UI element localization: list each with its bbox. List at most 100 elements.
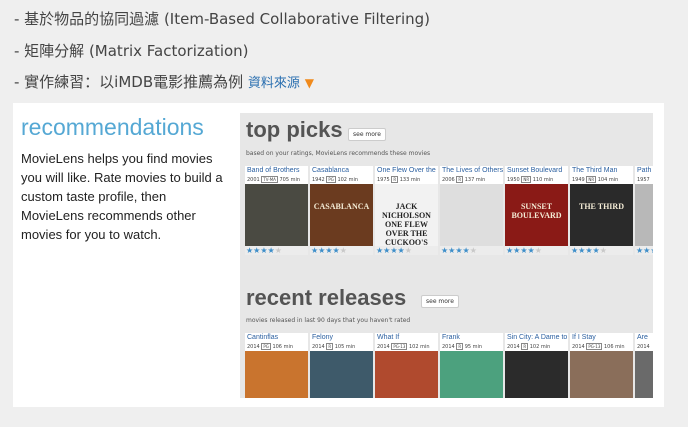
top-picks-see-more-button[interactable]: see more — [348, 128, 386, 141]
movie-meta: 1957 — [635, 176, 653, 184]
movie-poster[interactable] — [310, 351, 373, 398]
movie-title-link[interactable]: Are — [635, 333, 653, 343]
movie-year: 2014 — [507, 344, 520, 350]
movie-card[interactable]: One Flew Over the Cuckoo's Nest1975 R 13… — [375, 166, 438, 255]
star-icon[interactable]: ★ — [600, 246, 607, 255]
star-icon[interactable]: ★ — [376, 246, 383, 255]
star-icon[interactable]: ★ — [643, 246, 650, 255]
movie-meta: 2014 R 95 min — [440, 343, 503, 351]
movie-card[interactable]: If I Stay 2014 PG-13 106 min — [570, 333, 633, 398]
orange-down-triangle-icon[interactable]: ▼ — [305, 76, 314, 90]
movie-rating-badge: R — [326, 343, 334, 350]
movie-title-link[interactable]: What If — [375, 333, 438, 343]
data-source-link[interactable]: 資料來源 — [248, 76, 300, 91]
movie-poster[interactable] — [245, 184, 308, 246]
movie-poster[interactable]: JACK NICHOLSON ONE FLEW OVER THE CUCKOO'… — [375, 184, 438, 246]
star-icon[interactable]: ★ — [253, 246, 260, 255]
movie-title-link[interactable]: Path — [635, 166, 653, 176]
star-icon[interactable]: ★ — [398, 246, 405, 255]
movie-poster[interactable] — [635, 184, 653, 246]
movie-card[interactable]: Are 2014 — [635, 333, 653, 398]
star-icon[interactable]: ★ — [268, 246, 275, 255]
star-icon[interactable]: ★ — [448, 246, 455, 255]
movie-meta: 2001 TV-MA 705 min — [245, 176, 308, 184]
star-icon[interactable]: ★ — [246, 246, 253, 255]
movie-poster[interactable]: SUNSET BOULEVARD — [505, 184, 568, 246]
star-icon[interactable]: ★ — [528, 246, 535, 255]
movie-title-link[interactable]: Sunset Boulevard — [505, 166, 568, 176]
movie-poster[interactable] — [375, 351, 438, 398]
star-icon[interactable]: ★ — [325, 246, 332, 255]
movie-card[interactable]: Cantinflas 2014 PG 106 min — [245, 333, 308, 398]
star-icon[interactable]: ★ — [455, 246, 462, 255]
star-rating[interactable]: ★★★★★ — [440, 246, 503, 255]
movie-title-link[interactable]: Felony — [310, 333, 373, 343]
movie-poster[interactable] — [570, 351, 633, 398]
star-icon[interactable]: ★ — [520, 246, 527, 255]
movie-rating-badge: TV-MA — [261, 176, 278, 183]
movie-card[interactable]: Path1957★★★★★ — [635, 166, 653, 255]
movie-rating-badge: PG — [326, 176, 336, 183]
star-icon[interactable]: ★ — [390, 246, 397, 255]
star-icon[interactable]: ★ — [318, 246, 325, 255]
star-rating[interactable]: ★★★★★ — [505, 246, 568, 255]
star-rating[interactable]: ★★★★★ — [245, 246, 308, 255]
movie-card[interactable]: The Third Man 1949 NR 104 min THE THIRD ★ ★ ★… — [570, 166, 633, 255]
movie-title-link[interactable]: Sin City: A Dame to Kill For — [505, 333, 568, 343]
movie-title-link[interactable]: Cantinflas — [245, 333, 308, 343]
movie-meta: 2014 PG-13 102 min — [375, 343, 438, 351]
movie-runtime: 110 min — [532, 177, 554, 183]
star-rating[interactable]: ★★★★★ — [570, 246, 633, 255]
movie-poster[interactable] — [440, 351, 503, 398]
movie-title-link[interactable]: One Flew Over the Cuckoo's Nest — [375, 166, 438, 176]
star-icon[interactable]: ★ — [578, 246, 585, 255]
star-icon[interactable]: ★ — [383, 246, 390, 255]
star-icon[interactable]: ★ — [340, 246, 347, 255]
movie-card[interactable]: Sunset Boulevard 1950 NR 110 min SUNSET BO… — [505, 166, 568, 255]
star-icon[interactable]: ★ — [441, 246, 448, 255]
top-picks-row: Band of Brothers 2001 TV-MA 705 min ★ ★ ★ ★ ★ C… — [245, 166, 653, 255]
star-icon[interactable]: ★ — [275, 246, 282, 255]
recent-releases-see-more-button[interactable]: see more — [421, 295, 459, 308]
star-icon[interactable]: ★ — [260, 246, 267, 255]
movie-poster[interactable] — [440, 184, 503, 246]
star-rating[interactable]: ★★★★★ — [635, 246, 653, 255]
star-icon[interactable]: ★ — [405, 246, 412, 255]
star-icon[interactable]: ★ — [593, 246, 600, 255]
star-rating[interactable]: ★★★★★ — [310, 246, 373, 255]
star-icon[interactable]: ★ — [470, 246, 477, 255]
movie-poster[interactable] — [505, 351, 568, 398]
movie-card[interactable]: Band of Brothers 2001 TV-MA 705 min ★ ★ ★ ★ ★ — [245, 166, 308, 255]
movie-title-link[interactable]: The Third Man — [570, 166, 633, 176]
movie-card[interactable]: Casablanca 1942 PG 102 min CASABLANCA ★ ★ ★ ★ ★ — [310, 166, 373, 255]
movie-poster[interactable]: THE THIRD — [570, 184, 633, 246]
star-rating[interactable]: ★★★★★ — [375, 246, 438, 255]
bullet-item-practice: - 實作練習：以iMDB電影推薦為例 資料來源 ▼ — [14, 71, 314, 92]
movie-poster[interactable]: CASABLANCA — [310, 184, 373, 246]
movie-year: 2014 — [312, 344, 325, 350]
star-icon[interactable]: ★ — [463, 246, 470, 255]
movie-card[interactable]: Sin City: A Dame to Kill For2014 R 102 m… — [505, 333, 568, 398]
movie-card[interactable]: What If 2014 PG-13 102 min — [375, 333, 438, 398]
star-icon[interactable]: ★ — [311, 246, 318, 255]
movie-title-link[interactable]: If I Stay — [570, 333, 633, 343]
star-icon[interactable]: ★ — [506, 246, 513, 255]
movie-title-link[interactable]: The Lives of Others — [440, 166, 503, 176]
movie-card[interactable]: The Lives of Others 2006 R 137 min ★ ★ ★ ★ ★ — [440, 166, 503, 255]
star-icon[interactable]: ★ — [333, 246, 340, 255]
star-icon[interactable]: ★ — [535, 246, 542, 255]
star-icon[interactable]: ★ — [650, 246, 653, 255]
poster-title-text: JACK NICHOLSON ONE FLEW OVER THE CUCKOO'… — [382, 202, 431, 246]
movie-card[interactable]: Frank 2014 R 95 min — [440, 333, 503, 398]
movie-poster[interactable] — [245, 351, 308, 398]
movie-title-link[interactable]: Frank — [440, 333, 503, 343]
star-icon[interactable]: ★ — [585, 246, 592, 255]
star-icon[interactable]: ★ — [636, 246, 643, 255]
poster-title-text: THE THIRD — [579, 202, 624, 211]
star-icon[interactable]: ★ — [513, 246, 520, 255]
movie-title-link[interactable]: Casablanca — [310, 166, 373, 176]
star-icon[interactable]: ★ — [571, 246, 578, 255]
movie-title-link[interactable]: Band of Brothers — [245, 166, 308, 176]
movie-poster[interactable] — [635, 351, 653, 398]
movie-card[interactable]: Felony 2014 R 105 min — [310, 333, 373, 398]
